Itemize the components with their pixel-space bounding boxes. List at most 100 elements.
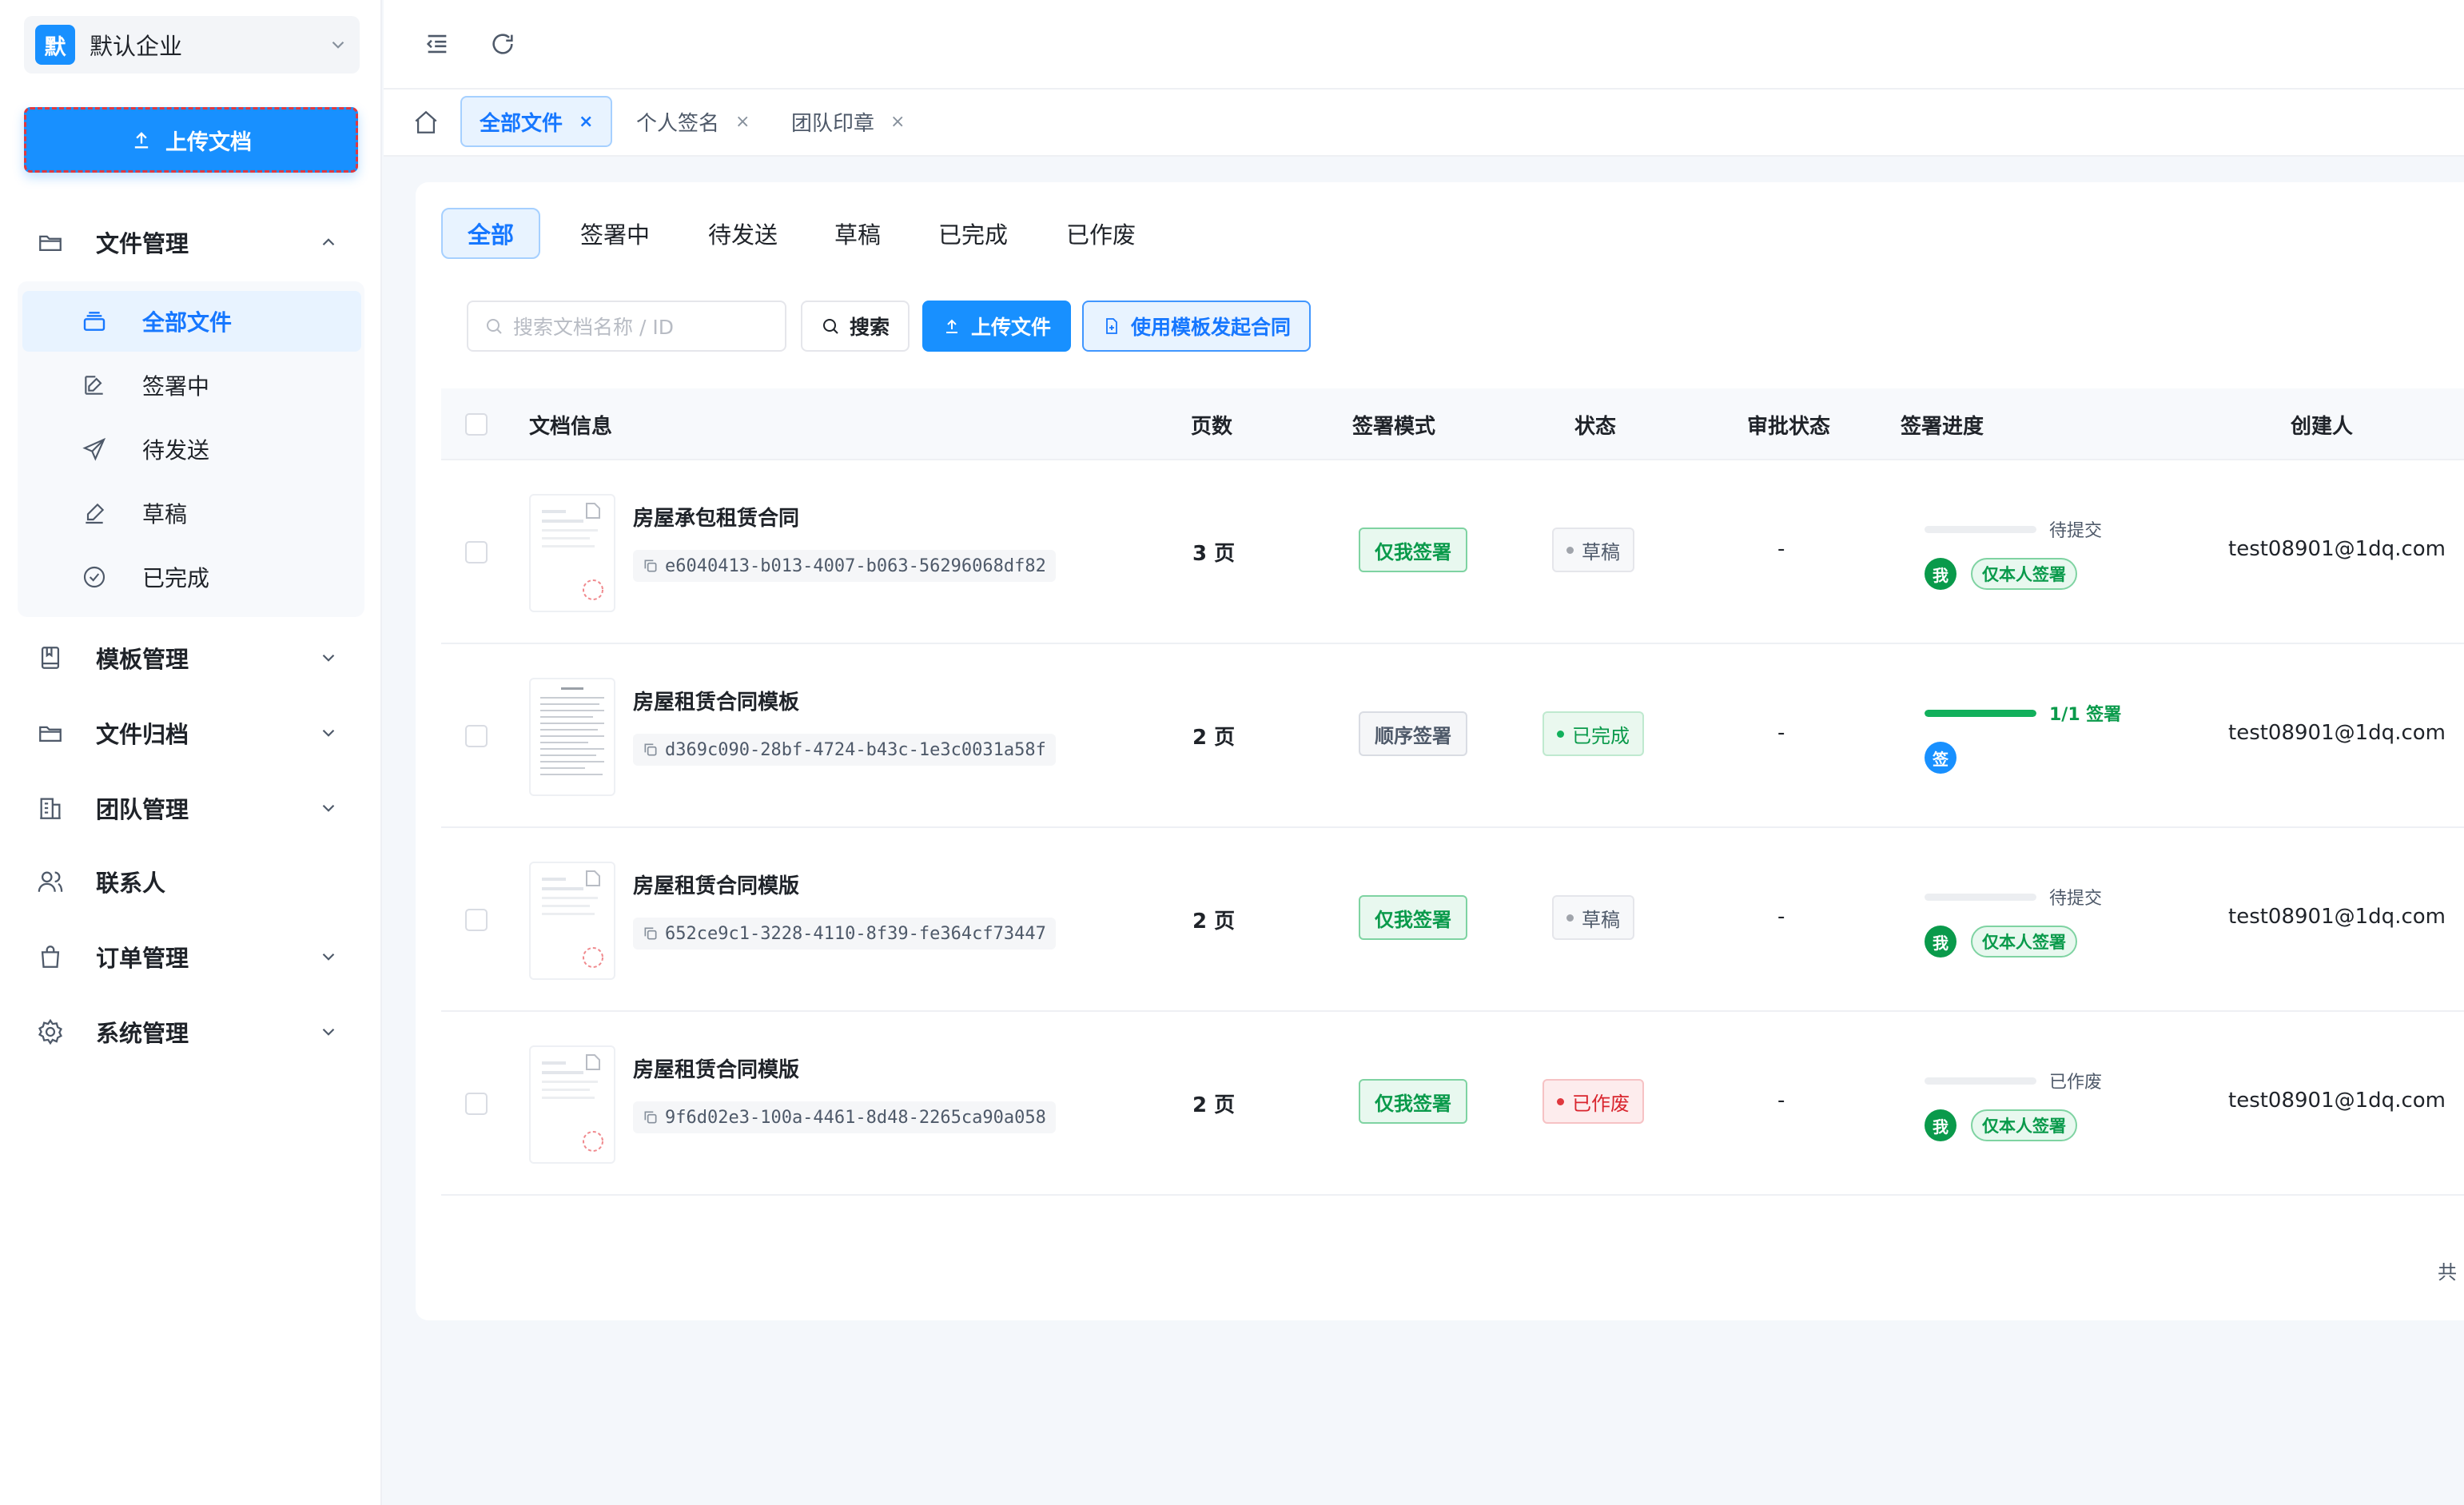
- search-icon: [822, 319, 838, 334]
- approval-status: -: [1777, 537, 1785, 561]
- sidebar: 默 默认企业 上传文档 文件管理 全部文件 签署中 待发送 草稿 已完成 模板管…: [0, 0, 382, 1505]
- row-checkbox[interactable]: [465, 1093, 488, 1115]
- collapse-menu-icon[interactable]: [424, 30, 451, 58]
- document-id[interactable]: 9f6d02e3-100a-4461-8d48-2265ca90a058: [633, 1101, 1056, 1133]
- sign-progress-bar: [1925, 526, 2036, 533]
- nav-team-management-label: 团队管理: [96, 796, 189, 823]
- nav-template-management[interactable]: 模板管理: [24, 630, 360, 686]
- status-text: 已作废: [1572, 1092, 1630, 1115]
- table-row[interactable]: 房屋租赁合同模版 652ce9c1-3228-4110-8f39-fe364cf…: [441, 828, 2464, 1012]
- sidebar-item-completed[interactable]: 已完成: [22, 547, 361, 607]
- select-all-checkbox[interactable]: [465, 413, 488, 436]
- sign-progress-fill: [1925, 710, 2036, 717]
- refresh-icon[interactable]: [489, 30, 516, 58]
- creator-email: test08901@1dq.com: [2228, 537, 2446, 561]
- signer-tag: 仅本人签署: [1971, 1109, 2077, 1141]
- status-text: 草稿: [1582, 540, 1620, 563]
- table-header: 文档信息 页数 签署模式 状态 审批状态 签署进度 创建人: [441, 388, 2464, 460]
- document-title[interactable]: 房屋承包租赁合同: [633, 502, 799, 532]
- search-icon: [487, 319, 502, 334]
- approval-status: -: [1777, 1089, 1785, 1113]
- filter-tab-draft[interactable]: 草稿: [810, 208, 905, 259]
- copy-icon: [644, 1111, 657, 1124]
- sign-progress-bar: [1925, 710, 2036, 717]
- pagination-total: 共: [2438, 1261, 2457, 1284]
- nav-system-management[interactable]: 系统管理: [24, 1004, 360, 1060]
- filter-tab-completed[interactable]: 已完成: [914, 208, 1032, 259]
- status-badge: 已作废: [1542, 1079, 1644, 1124]
- tab-personal-signature[interactable]: 个人签名 ×: [619, 96, 767, 147]
- document-id[interactable]: e6040413-b013-4007-b063-56296068df82: [633, 550, 1056, 582]
- sign-progress-text: 1/1 签署: [2049, 705, 2122, 725]
- document-thumbnail[interactable]: [529, 862, 615, 980]
- document-preview-icon: [542, 503, 603, 600]
- document-title[interactable]: 房屋租赁合同模版: [633, 1053, 799, 1083]
- status-badge: 已完成: [1542, 711, 1644, 756]
- close-icon[interactable]: ×: [579, 112, 593, 132]
- sidebar-item-signing[interactable]: 签署中: [22, 355, 361, 416]
- sidebar-item-pending-label: 待发送: [142, 437, 210, 464]
- filter-tab-signing[interactable]: 签署中: [556, 208, 674, 259]
- column-approval-status: 审批状态: [1747, 414, 1831, 439]
- sidebar-item-pending[interactable]: 待发送: [22, 419, 361, 480]
- status-badge: 草稿: [1552, 895, 1634, 940]
- filter-tab-pending[interactable]: 待发送: [684, 208, 802, 259]
- sidebar-item-all-files[interactable]: 全部文件: [22, 291, 361, 352]
- nav-file-archive[interactable]: 文件归档: [24, 705, 360, 761]
- copy-icon: [644, 743, 657, 756]
- signer-tag: 仅本人签署: [1971, 558, 2077, 590]
- nav-contacts[interactable]: 联系人: [24, 854, 360, 910]
- document-id[interactable]: 652ce9c1-3228-4110-8f39-fe364cf73447: [633, 918, 1056, 950]
- status-dot: [1566, 914, 1574, 922]
- document-title[interactable]: 房屋租赁合同模板: [633, 686, 799, 715]
- upload-file-button[interactable]: 上传文件: [922, 301, 1071, 352]
- search-button[interactable]: 搜索: [801, 301, 910, 352]
- use-template-button[interactable]: 使用模板发起合同: [1082, 301, 1311, 352]
- sign-progress-bar: [1925, 894, 2036, 901]
- table-row[interactable]: 房屋租赁合同模版 9f6d02e3-100a-4461-8d48-2265ca9…: [441, 1012, 2464, 1196]
- filter-tab-all[interactable]: 全部: [441, 208, 540, 259]
- document-id-value: 652ce9c1-3228-4110-8f39-fe364cf73447: [665, 923, 1046, 944]
- chevron-down-icon: [322, 729, 335, 737]
- sidebar-item-all-files-label: 全部文件: [142, 309, 233, 336]
- document-thumbnail[interactable]: [529, 494, 615, 612]
- table-row[interactable]: 房屋承包租赁合同 e6040413-b013-4007-b063-5629606…: [441, 460, 2464, 644]
- document-thumbnail[interactable]: [529, 678, 615, 796]
- upload-document-button[interactable]: 上传文档: [24, 107, 358, 173]
- tab-team-seal[interactable]: 团队印章 ×: [774, 96, 922, 147]
- chevron-up-icon: [322, 238, 335, 246]
- home-icon[interactable]: [412, 109, 440, 136]
- sidebar-item-draft[interactable]: 草稿: [22, 483, 361, 543]
- document-thumbnail[interactable]: [529, 1045, 615, 1164]
- signer-avatar: 我: [1925, 558, 1956, 590]
- row-checkbox[interactable]: [465, 541, 488, 563]
- sign-progress-text: 已作废: [2049, 1073, 2103, 1093]
- document-preview-icon: [542, 870, 603, 968]
- chevron-down-icon: [322, 654, 335, 662]
- nav-file-management[interactable]: 文件管理: [24, 214, 360, 270]
- row-checkbox[interactable]: [465, 725, 488, 747]
- document-preview-icon: [542, 1054, 603, 1152]
- document-id-value: 9f6d02e3-100a-4461-8d48-2265ca90a058: [665, 1107, 1046, 1128]
- shopping-bag-icon: [41, 946, 60, 968]
- copy-icon: [644, 559, 657, 572]
- company-switcher[interactable]: 默 默认企业: [24, 16, 360, 74]
- nav-order-management-label: 订单管理: [96, 945, 189, 972]
- tab-personal-signature-label: 个人签名: [636, 111, 720, 136]
- close-icon[interactable]: ×: [735, 112, 750, 132]
- nav-order-management[interactable]: 订单管理: [24, 929, 360, 985]
- column-doc-info: 文档信息: [529, 414, 613, 439]
- close-icon[interactable]: ×: [890, 112, 905, 132]
- tab-all-files[interactable]: 全部文件 ×: [460, 96, 613, 147]
- table-row[interactable]: 房屋租赁合同模板 d369c090-28bf-4724-b43c-1e3c003…: [441, 644, 2464, 828]
- pen-icon: [86, 503, 105, 524]
- document-id[interactable]: d369c090-28bf-4724-b43c-1e3c0031a58f: [633, 734, 1056, 766]
- document-title[interactable]: 房屋租赁合同模版: [633, 870, 799, 899]
- search-input[interactable]: 搜索文档名称 / ID: [467, 301, 786, 352]
- filter-tab-voided[interactable]: 已作废: [1042, 208, 1160, 259]
- nav-team-management[interactable]: 团队管理: [24, 780, 360, 836]
- signer-tag: 仅本人签署: [1971, 926, 2077, 958]
- row-checkbox[interactable]: [465, 909, 488, 931]
- status-dot: [1557, 730, 1564, 738]
- status-dot: [1557, 1097, 1564, 1105]
